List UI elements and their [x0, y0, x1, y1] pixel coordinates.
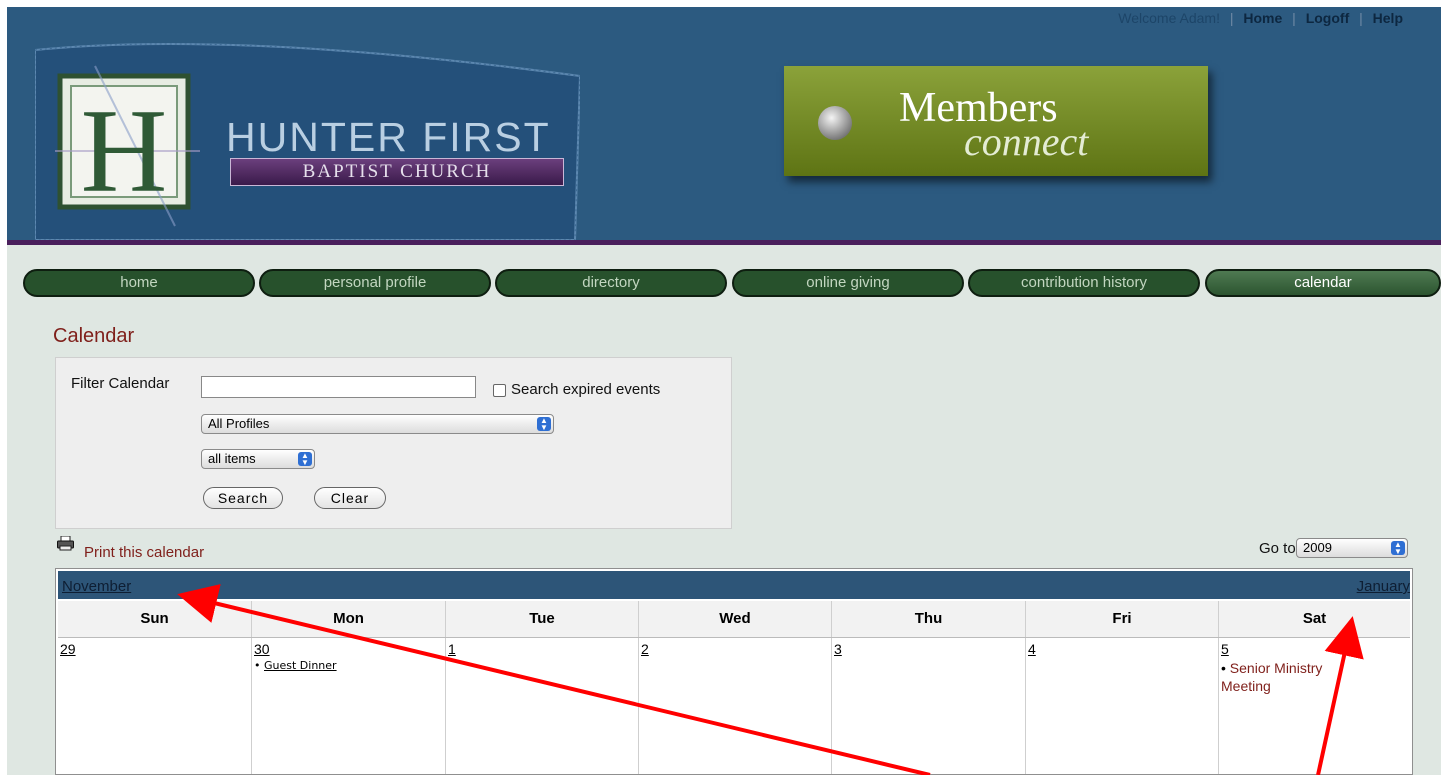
calendar-day-cell[interactable]: 29	[58, 638, 252, 774]
svg-text:H: H	[81, 84, 168, 217]
date-link[interactable]: 1	[448, 641, 456, 657]
year-select[interactable]: 2009 ▲ ▼	[1296, 538, 1408, 558]
nav-tab-contribution-history[interactable]: contribution history	[968, 269, 1200, 297]
site-header: Welcome Adam! | Home | Logoff | Help H H…	[7, 7, 1441, 240]
next-month-link[interactable]: January	[1357, 578, 1410, 595]
select-arrows-icon: ▲ ▼	[1391, 541, 1405, 556]
page: Welcome Adam! | Home | Logoff | Help H H…	[7, 7, 1441, 775]
weekday-sat: Sat	[1302, 610, 1327, 627]
top-links: Welcome Adam! | Home | Logoff | Help	[1118, 10, 1403, 26]
printer-icon[interactable]	[57, 536, 74, 551]
main-nav: home personal profile directory online g…	[23, 269, 1441, 297]
nav-tab-online-giving[interactable]: online giving	[732, 269, 964, 297]
items-select-value: all items	[208, 451, 256, 466]
nav-tab-directory[interactable]: directory	[495, 269, 727, 297]
members-connect-badge: Members connect	[784, 66, 1208, 176]
select-arrows-icon: ▲ ▼	[537, 417, 551, 432]
goto-label: Go to	[1259, 540, 1296, 557]
globe-icon	[818, 106, 852, 140]
nav-tab-home[interactable]: home	[23, 269, 255, 297]
weekday-sun: Sun	[58, 601, 252, 637]
date-link[interactable]: 2	[641, 641, 649, 657]
calendar-day-cell[interactable]: 2	[639, 638, 832, 774]
church-logo: H HUNTER FIRST BAPTIST CHURCH	[35, 36, 580, 240]
page-title: Calendar	[53, 325, 135, 347]
event-guest-dinner-link[interactable]: Guest Dinner	[264, 659, 337, 672]
weekday-mon: Mon	[252, 601, 446, 637]
welcome-text: Welcome Adam!	[1118, 10, 1220, 26]
date-link[interactable]: 29	[60, 641, 76, 657]
badge-line2: connect	[964, 119, 1089, 164]
separator: |	[1359, 10, 1363, 26]
calendar-day-cell[interactable]: 4	[1026, 638, 1219, 774]
date-link[interactable]: 5	[1221, 641, 1229, 657]
calendar-day-cell[interactable]: 5 • Senior Ministry Meeting	[1219, 638, 1410, 774]
calendar-day-cell[interactable]: 3	[832, 638, 1026, 774]
logo-subtitle: BAPTIST CHURCH	[230, 158, 564, 186]
nav-tab-personal-profile[interactable]: personal profile	[259, 269, 491, 297]
prev-month-link[interactable]: November	[62, 578, 131, 595]
logo-name: HUNTER FIRST	[226, 114, 551, 160]
expired-events-checkbox[interactable]	[493, 384, 506, 397]
weekday-fri: Fri	[1026, 601, 1219, 637]
event-item: • Guest Dinner	[254, 659, 337, 672]
date-link[interactable]: 3	[834, 641, 842, 657]
date-link[interactable]: 4	[1028, 641, 1036, 657]
select-arrows-icon: ▲ ▼	[298, 452, 312, 467]
separator: |	[1229, 10, 1234, 26]
expired-events-label: Search expired events	[511, 381, 661, 398]
year-select-value: 2009	[1303, 540, 1332, 555]
home-link[interactable]: Home	[1243, 10, 1282, 26]
header-divider	[7, 240, 1441, 245]
items-select[interactable]: all items ▲ ▼	[201, 449, 315, 469]
weekday-wed: Wed	[639, 601, 832, 637]
logoff-link[interactable]: Logoff	[1306, 10, 1350, 26]
calendar-day-cell[interactable]: 1	[446, 638, 639, 774]
calendar-header: November January	[58, 571, 1410, 599]
calendar-day-cell[interactable]: 30 • Guest Dinner	[252, 638, 446, 774]
clear-button[interactable]: Clear	[314, 487, 386, 509]
help-link[interactable]: Help	[1373, 10, 1403, 26]
filter-panel: Filter Calendar Search expired events Al…	[55, 357, 732, 529]
separator: |	[1292, 10, 1296, 26]
print-calendar-link[interactable]: Print this calendar	[84, 544, 204, 561]
event-item: • Senior Ministry Meeting	[1221, 660, 1323, 694]
event-senior-ministry-link[interactable]: Senior Ministry Meeting	[1221, 660, 1322, 694]
search-button[interactable]: Search	[203, 487, 283, 509]
profile-select-value: All Profiles	[208, 416, 270, 431]
weekday-tue: Tue	[446, 601, 639, 637]
profile-select[interactable]: All Profiles ▲ ▼	[201, 414, 554, 434]
weekday-header-row: Sun Mon Tue Wed Thu Fri Sat	[58, 601, 1410, 638]
weekday-thu: Thu	[832, 601, 1026, 637]
filter-label: Filter Calendar	[71, 375, 170, 392]
filter-input[interactable]	[201, 376, 476, 398]
date-link[interactable]: 30	[254, 641, 270, 657]
calendar-grid: November January Sun Mon Tue Wed Thu Fri…	[55, 568, 1413, 775]
nav-tab-calendar[interactable]: calendar	[1205, 269, 1441, 297]
